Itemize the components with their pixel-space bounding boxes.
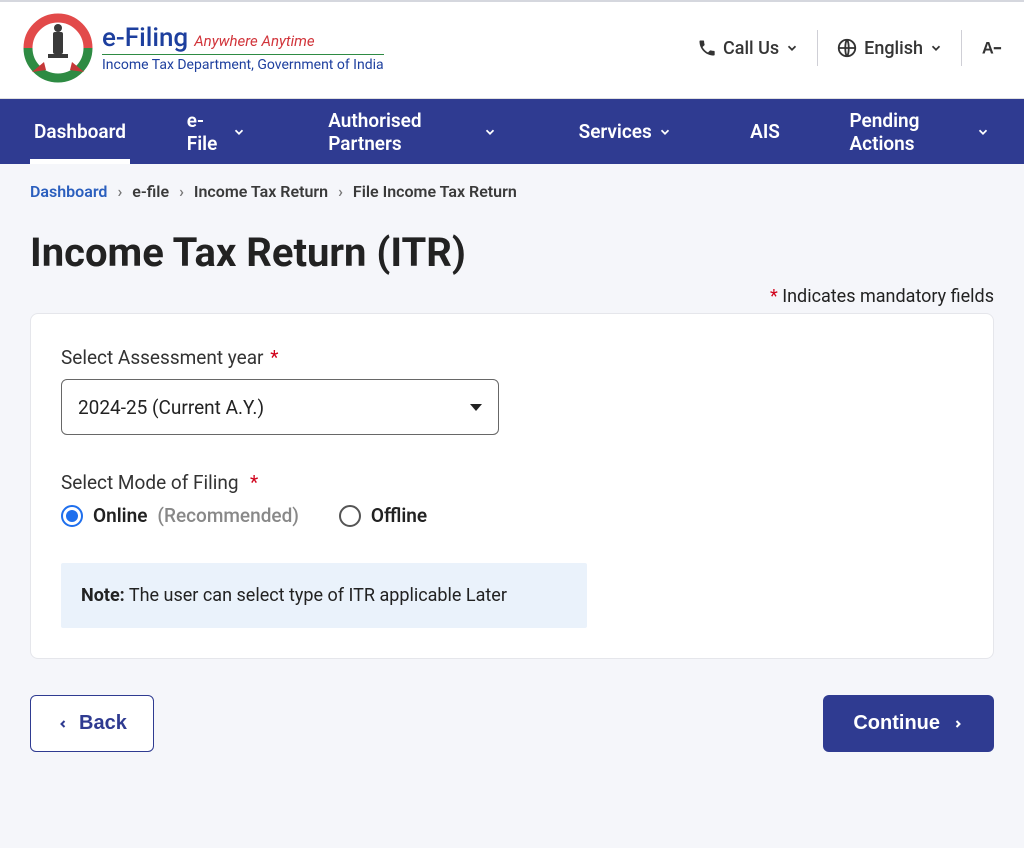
- chevron-down-icon: [658, 125, 672, 139]
- nav-efile[interactable]: e-File: [183, 99, 251, 164]
- mode-online-radio[interactable]: Online (Recommended): [61, 504, 299, 527]
- nav-label: Pending Actions: [849, 109, 970, 155]
- chevron-right-icon: ›: [179, 182, 184, 201]
- chevron-down-icon: [929, 41, 943, 55]
- main-nav: Dashboard e-File Authorised Partners Ser…: [0, 99, 1024, 164]
- assessment-year-select[interactable]: 2024-25 (Current A.Y.): [61, 379, 499, 435]
- radio-checked-icon: [61, 505, 83, 527]
- call-us-menu[interactable]: Call Us: [679, 32, 817, 65]
- chevron-down-icon: [483, 125, 497, 139]
- asterisk-icon: *: [268, 346, 278, 369]
- logo-title: e-Filing: [102, 23, 188, 53]
- top-header: e-Filing Anywhere Anytime Income Tax Dep…: [0, 0, 1024, 99]
- chevron-down-icon: [785, 41, 799, 55]
- asterisk-icon: *: [248, 471, 258, 494]
- back-button[interactable]: Back: [30, 695, 154, 752]
- page-title: Income Tax Return (ITR): [30, 229, 994, 276]
- mandatory-fields-note: * Indicates mandatory fields: [30, 286, 994, 307]
- mandatory-text: Indicates mandatory fields: [782, 286, 994, 307]
- main-content: Dashboard › e-file › Income Tax Return ›…: [0, 164, 1024, 752]
- nav-label: Authorised Partners: [328, 109, 476, 155]
- mode-radio-group: Online (Recommended) Offline: [61, 504, 963, 527]
- radio-label: Offline: [371, 504, 427, 527]
- recommended-text: (Recommended): [157, 504, 299, 527]
- assessment-year-label: Select Assessment year *: [61, 346, 963, 369]
- note-label: Note:: [81, 585, 125, 606]
- chevron-left-icon: [57, 716, 69, 732]
- chevron-right-icon: ›: [117, 182, 122, 201]
- nav-label: AIS: [750, 120, 780, 143]
- chevron-right-icon: ›: [338, 182, 343, 201]
- chevron-down-icon: [232, 125, 246, 139]
- note-box: Note: The user can select type of ITR ap…: [61, 563, 587, 628]
- radio-label: Online: [93, 504, 147, 527]
- phone-icon: [697, 38, 717, 58]
- breadcrumb-current: File Income Tax Return: [353, 182, 517, 201]
- nav-label: e-File: [187, 109, 227, 155]
- note-text: The user can select type of ITR applicab…: [129, 585, 507, 606]
- breadcrumb-item[interactable]: Income Tax Return: [194, 182, 328, 201]
- logo-tagline: Anywhere Anytime: [194, 32, 314, 50]
- svg-text:A: A: [982, 40, 994, 58]
- asterisk-icon: *: [770, 286, 778, 307]
- logo-subtitle: Income Tax Department, Government of Ind…: [102, 57, 384, 73]
- chevron-down-icon: [976, 125, 990, 139]
- select-value: 2024-25 (Current A.Y.): [78, 396, 264, 419]
- nav-label: Dashboard: [34, 120, 126, 143]
- back-label: Back: [79, 712, 127, 735]
- gov-emblem-logo: [22, 12, 94, 84]
- font-decrease-icon: A: [980, 37, 1002, 59]
- nav-ais[interactable]: AIS: [746, 99, 784, 164]
- font-size-control[interactable]: A: [962, 31, 1002, 65]
- logo-text-block: e-Filing Anywhere Anytime Income Tax Dep…: [102, 23, 384, 73]
- itr-form-card: Select Assessment year * 2024-25 (Curren…: [30, 313, 994, 659]
- footer-buttons: Back Continue: [30, 695, 994, 752]
- language-label: English: [864, 38, 923, 59]
- nav-services[interactable]: Services: [575, 99, 676, 164]
- call-us-label: Call Us: [723, 38, 779, 59]
- nav-pending-actions[interactable]: Pending Actions: [845, 99, 994, 164]
- nav-dashboard[interactable]: Dashboard: [30, 99, 130, 164]
- mode-offline-radio[interactable]: Offline: [339, 504, 427, 527]
- breadcrumb: Dashboard › e-file › Income Tax Return ›…: [30, 182, 994, 201]
- breadcrumb-item[interactable]: e-file: [132, 182, 169, 201]
- radio-unchecked-icon: [339, 505, 361, 527]
- nav-authorised-partners[interactable]: Authorised Partners: [324, 99, 500, 164]
- continue-button[interactable]: Continue: [823, 695, 994, 752]
- mode-of-filing-label: Select Mode of Filing *: [61, 471, 963, 494]
- chevron-right-icon: [952, 716, 964, 732]
- breadcrumb-link-dashboard[interactable]: Dashboard: [30, 182, 107, 201]
- continue-label: Continue: [853, 712, 940, 735]
- nav-label: Services: [579, 120, 652, 143]
- globe-icon: [836, 37, 858, 59]
- language-menu[interactable]: English: [818, 31, 961, 65]
- caret-down-icon: [470, 404, 482, 411]
